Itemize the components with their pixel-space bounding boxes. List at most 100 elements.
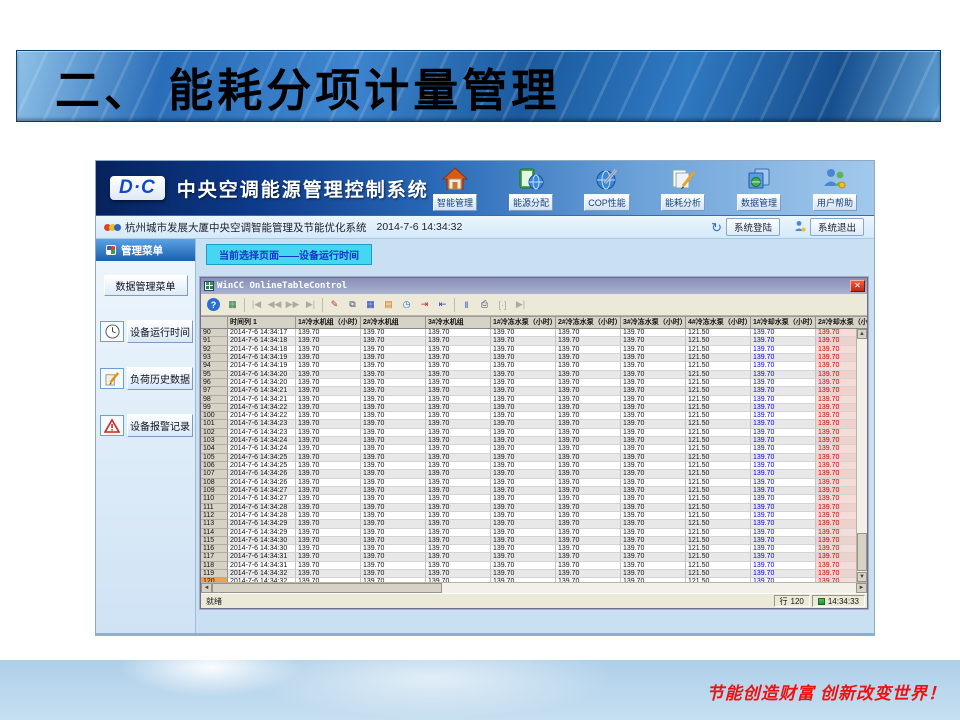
time-cell: 2014-7-6 14:34:32 xyxy=(228,578,296,582)
last-record-icon[interactable]: ▶| xyxy=(302,296,319,313)
table-row[interactable]: 1162014-7-6 14:34:30139.70139.70139.7013… xyxy=(201,545,856,553)
edit-pen-icon[interactable]: ✎ xyxy=(326,296,343,313)
scroll-down-icon[interactable]: ▼ xyxy=(857,572,867,582)
system-login-button[interactable]: 系统登陆 xyxy=(726,218,780,236)
table-row[interactable]: 982014-7-6 14:34:21139.70139.70139.70139… xyxy=(201,396,856,404)
vertical-scrollbar[interactable]: ▲ ▼ xyxy=(856,329,867,582)
table-row[interactable]: 1042014-7-6 14:34:24139.70139.70139.7013… xyxy=(201,445,856,453)
table-row[interactable]: 1062014-7-6 14:34:25139.70139.70139.7013… xyxy=(201,462,856,470)
table-row[interactable]: 1142014-7-6 14:34:29139.70139.70139.7013… xyxy=(201,529,856,537)
scroll-up-icon[interactable]: ▲ xyxy=(857,329,867,339)
column-header[interactable]: 1#冷水机组（小时） xyxy=(296,317,361,329)
table-row[interactable]: 1002014-7-6 14:34:22139.70139.70139.7013… xyxy=(201,412,856,420)
export-start-icon[interactable]: ⇥ xyxy=(416,296,433,313)
table-row[interactable]: 1182014-7-6 14:34:31139.70139.70139.7013… xyxy=(201,562,856,570)
table-row[interactable]: 942014-7-6 14:34:19139.70139.70139.70139… xyxy=(201,362,856,370)
nav-item-能源分配[interactable]: 能源分配 xyxy=(500,164,562,211)
value-cell: 121.50 xyxy=(686,562,751,570)
vscroll-thumb[interactable] xyxy=(857,533,867,571)
close-icon[interactable]: ✕ xyxy=(850,280,865,292)
table-row[interactable]: 1082014-7-6 14:34:26139.70139.70139.7013… xyxy=(201,479,856,487)
table-row[interactable]: 922014-7-6 14:34:18139.70139.70139.70139… xyxy=(201,346,856,354)
table-row[interactable]: 902014-7-6 14:34:17139.70139.70139.70139… xyxy=(201,329,856,337)
export-stop-icon[interactable]: ⇤ xyxy=(434,296,451,313)
sidebar-item-设备报警记录[interactable]: 设备报警记录 xyxy=(100,414,195,437)
wincc-titlebar[interactable]: WinCC OnlineTableControl ✕ xyxy=(201,278,867,294)
table-row[interactable]: 1112014-7-6 14:34:28139.70139.70139.7013… xyxy=(201,504,856,512)
jump-end-icon[interactable]: ▶| xyxy=(512,296,529,313)
first-record-icon[interactable]: |◀ xyxy=(248,296,265,313)
nav-item-COP性能[interactable]: COP性能 xyxy=(576,164,638,211)
column-header[interactable]: 1#冷却水泵（小时） xyxy=(751,317,816,329)
table-row[interactable]: 1122014-7-6 14:34:28139.70139.70139.7013… xyxy=(201,512,856,520)
config-icon[interactable]: ▦ xyxy=(224,296,241,313)
copy-icon[interactable]: ⧉ xyxy=(344,296,361,313)
table-row[interactable]: 1022014-7-6 14:34:23139.70139.70139.7013… xyxy=(201,429,856,437)
scroll-left-icon[interactable]: ◄ xyxy=(201,583,212,593)
table-row[interactable]: 912014-7-6 14:34:18139.70139.70139.70139… xyxy=(201,337,856,345)
table-row[interactable]: 1072014-7-6 14:34:26139.70139.70139.7013… xyxy=(201,470,856,478)
nav-item-用户帮助[interactable]: 用户帮助 xyxy=(804,164,866,211)
column-header[interactable]: 时间列 1 xyxy=(228,317,296,329)
next-record-icon[interactable]: ▶▶ xyxy=(284,296,301,313)
prev-record-icon[interactable]: ◀◀ xyxy=(266,296,283,313)
table-row[interactable]: 992014-7-6 14:34:22139.70139.70139.70139… xyxy=(201,404,856,412)
value-cell: 139.70 xyxy=(816,396,856,404)
column-header[interactable]: 2#冷冻水泵（小时） xyxy=(556,317,621,329)
column-header[interactable]: 4#冷冻水泵（小时） xyxy=(686,317,751,329)
sidebar-item-负荷历史数据[interactable]: 负荷历史数据 xyxy=(100,367,195,390)
help-icon[interactable]: ? xyxy=(207,298,220,311)
online-status-icon xyxy=(818,598,825,605)
value-cell: 121.50 xyxy=(686,346,751,354)
nav-item-数据管理[interactable]: 数据管理 xyxy=(728,164,790,211)
nav-item-能耗分析[interactable]: 能耗分析 xyxy=(652,164,714,211)
table-row[interactable]: 1012014-7-6 14:34:23139.70139.70139.7013… xyxy=(201,420,856,428)
column-header[interactable]: 2#冷水机组 xyxy=(361,317,426,329)
column-header[interactable]: 3#冷水机组 xyxy=(426,317,491,329)
column-header[interactable]: 1#冷冻水泵（小时） xyxy=(491,317,556,329)
table-row[interactable]: 962014-7-6 14:34:20139.70139.70139.70139… xyxy=(201,379,856,387)
time-cell: 2014-7-6 14:34:19 xyxy=(228,362,296,370)
clock-tool-icon[interactable]: ◷ xyxy=(398,296,415,313)
value-cell: 139.70 xyxy=(621,529,686,537)
select-range-icon[interactable]: [·] xyxy=(494,296,511,313)
value-cell: 139.70 xyxy=(426,404,491,412)
column-header[interactable]: 3#冷冻水泵（小时） xyxy=(621,317,686,329)
table-row[interactable]: 1152014-7-6 14:34:30139.70139.70139.7013… xyxy=(201,537,856,545)
row-number-cell: 120 xyxy=(201,578,228,582)
value-cell: 121.50 xyxy=(686,379,751,387)
table-row[interactable]: 1032014-7-6 14:34:24139.70139.70139.7013… xyxy=(201,437,856,445)
value-cell: 139.70 xyxy=(751,362,816,370)
value-cell: 139.70 xyxy=(491,346,556,354)
table-row[interactable]: 932014-7-6 14:34:19139.70139.70139.70139… xyxy=(201,354,856,362)
table-row[interactable]: 972014-7-6 14:34:21139.70139.70139.70139… xyxy=(201,387,856,395)
data-menu-button[interactable]: 数据管理菜单 xyxy=(104,275,188,296)
table-row[interactable]: 1052014-7-6 14:34:25139.70139.70139.7013… xyxy=(201,454,856,462)
table-row[interactable]: 1172014-7-6 14:34:31139.70139.70139.7013… xyxy=(201,553,856,561)
table-row[interactable]: 952014-7-6 14:34:20139.70139.70139.70139… xyxy=(201,371,856,379)
value-cell: 139.70 xyxy=(556,412,621,420)
column-select-icon[interactable]: ▦ xyxy=(362,296,379,313)
pause-icon[interactable]: ‖ xyxy=(458,296,475,313)
nav-item-label: 用户帮助 xyxy=(813,194,857,211)
value-cell: 139.70 xyxy=(361,337,426,345)
row-number-cell: 100 xyxy=(201,412,228,420)
table-row[interactable]: 1092014-7-6 14:34:27139.70139.70139.7013… xyxy=(201,487,856,495)
table-row[interactable]: 1202014-7-6 14:34:32139.70139.70139.7013… xyxy=(201,578,856,582)
time-range-icon[interactable]: ▤ xyxy=(380,296,397,313)
system-logout-button[interactable]: 系统退出 xyxy=(810,218,864,236)
table-row[interactable]: 1192014-7-6 14:34:32139.70139.70139.7013… xyxy=(201,570,856,578)
sidebar-item-设备运行时间[interactable]: 设备运行时间 xyxy=(100,320,195,343)
print-icon[interactable]: ⎙ xyxy=(476,296,493,313)
sidebar-header: 管理菜单 xyxy=(96,239,195,261)
column-header[interactable]: 2#冷却水泵（小时） xyxy=(816,317,867,329)
table-row[interactable]: 1132014-7-6 14:34:29139.70139.70139.7013… xyxy=(201,520,856,528)
hscroll-thumb[interactable] xyxy=(212,583,442,593)
value-cell: 139.70 xyxy=(816,529,856,537)
data-table: 时间列 11#冷水机组（小时）2#冷水机组3#冷水机组1#冷冻水泵（小时）2#冷… xyxy=(201,316,867,582)
nav-item-智能管理[interactable]: 智能管理 xyxy=(424,164,486,211)
horizontal-scrollbar[interactable]: ◄ ► xyxy=(201,582,867,593)
scroll-right-icon[interactable]: ► xyxy=(856,583,867,593)
table-row[interactable]: 1102014-7-6 14:34:27139.70139.70139.7013… xyxy=(201,495,856,503)
value-cell: 121.50 xyxy=(686,371,751,379)
